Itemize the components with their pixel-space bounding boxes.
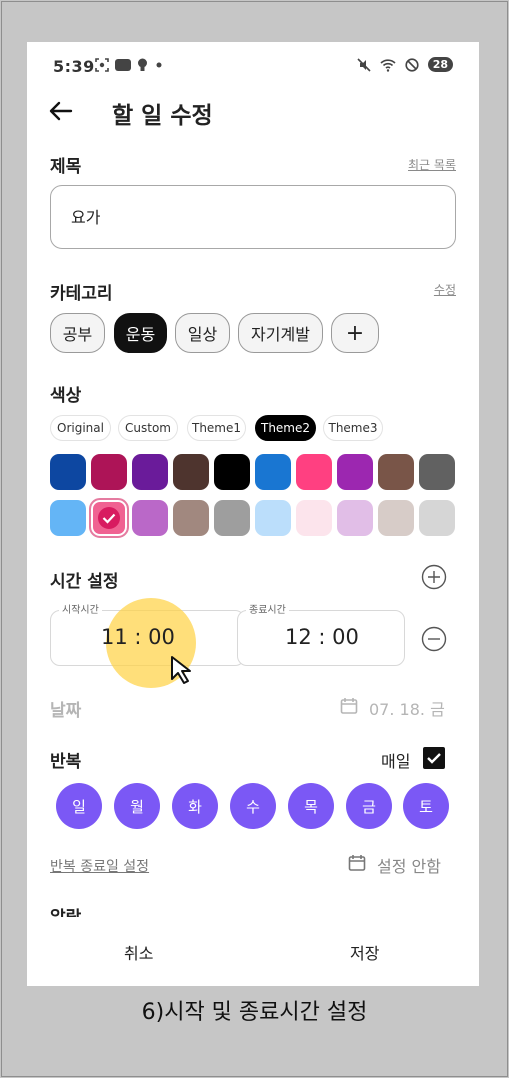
color-swatch[interactable] [419, 500, 455, 536]
remove-time-icon[interactable] [421, 626, 447, 652]
start-time-caption: 시작시간 [59, 601, 102, 616]
day-sat[interactable]: 토 [403, 783, 449, 829]
color-swatch[interactable] [419, 454, 455, 490]
category-label: 카테고리 [50, 284, 113, 304]
color-swatch[interactable] [173, 454, 209, 490]
color-label: 색상 [50, 386, 82, 406]
color-swatch[interactable] [378, 500, 414, 536]
alarm-label: 알람 [50, 903, 81, 917]
alarm-clip: 알람 [27, 903, 479, 917]
repeat-label: 반복 [50, 752, 82, 772]
date-value[interactable]: 07. 18. 금 [369, 696, 445, 720]
color-swatch[interactable] [296, 500, 332, 536]
color-swatch[interactable] [132, 454, 168, 490]
cursor-pointer-icon [171, 656, 191, 684]
app-badge-icon [115, 59, 131, 71]
theme-theme1[interactable]: Theme1 [187, 415, 246, 441]
repeat-end-date-link[interactable]: 반복 종료일 설정 [50, 856, 149, 876]
dnd-icon [405, 57, 419, 72]
daily-label: 매일 [381, 752, 411, 771]
save-button[interactable]: 저장 [350, 940, 379, 964]
color-swatch[interactable] [132, 500, 168, 536]
color-swatch[interactable] [378, 454, 414, 490]
end-time-caption: 종료시간 [246, 601, 289, 616]
recent-list-link[interactable]: 최근 목록 [408, 156, 456, 173]
date-label: 날짜 [50, 701, 82, 721]
category-chip-self-dev[interactable]: 자기계발 [238, 313, 323, 353]
status-right-icons: 28 [357, 57, 453, 72]
day-sun[interactable]: 일 [56, 783, 102, 829]
color-swatch[interactable] [173, 500, 209, 536]
bulb-icon [138, 58, 147, 71]
day-fri[interactable]: 금 [346, 783, 392, 829]
theme-theme3[interactable]: Theme3 [323, 415, 383, 441]
start-time-value: 11 : 00 [101, 625, 175, 649]
color-swatch[interactable] [214, 454, 250, 490]
color-swatch[interactable] [50, 500, 86, 536]
swatch-check-icon [98, 507, 120, 529]
repeat-end-date-value[interactable]: 설정 안함 [377, 853, 441, 877]
color-swatch[interactable] [50, 454, 86, 490]
theme-theme2[interactable]: Theme2 [255, 415, 316, 441]
time-label: 시간 설정 [50, 572, 119, 592]
wifi-icon [380, 58, 396, 72]
daily-checkbox[interactable] [423, 747, 445, 769]
color-swatch[interactable] [91, 454, 127, 490]
back-arrow-icon[interactable] [47, 97, 75, 125]
day-thu[interactable]: 목 [288, 783, 334, 829]
calendar-icon [340, 698, 358, 714]
color-swatch[interactable] [255, 500, 291, 536]
color-swatch[interactable] [214, 500, 250, 536]
status-time: 5:39 [53, 57, 95, 76]
color-swatch[interactable] [89, 498, 129, 538]
category-chip-daily[interactable]: 일상 [175, 313, 230, 353]
theme-custom[interactable]: Custom [118, 415, 178, 441]
add-time-icon[interactable] [421, 564, 447, 590]
screenshot-icon [95, 58, 109, 72]
bottom-bar [27, 917, 479, 986]
page-title: 할 일 수정 [112, 103, 213, 129]
title-input[interactable]: 요가 [50, 185, 456, 249]
status-left-icons [95, 58, 164, 72]
color-swatch[interactable] [255, 454, 291, 490]
day-tue[interactable]: 화 [172, 783, 218, 829]
color-swatch[interactable] [337, 454, 373, 490]
category-chip-study[interactable]: 공부 [50, 313, 105, 353]
day-wed[interactable]: 수 [230, 783, 276, 829]
cancel-button[interactable]: 취소 [124, 940, 153, 964]
category-chip-exercise[interactable]: 운동 [114, 313, 167, 353]
phone-screen: 5:39 28 할 일 수정 제목 최근 목록 요가 카테고리 수정 공부 운동… [27, 42, 479, 986]
end-time-value: 12 : 00 [285, 625, 359, 649]
color-swatch-grid [50, 454, 460, 538]
category-add-button[interactable]: + [331, 313, 379, 353]
dot-icon [156, 62, 162, 68]
color-swatch[interactable] [337, 500, 373, 536]
category-edit-link[interactable]: 수정 [434, 281, 456, 298]
theme-original[interactable]: Original [50, 415, 111, 441]
step-caption: 6)시작 및 종료시간 설정 [141, 1000, 368, 1025]
title-label: 제목 [50, 157, 82, 177]
color-swatch[interactable] [296, 454, 332, 490]
repeat-calendar-icon [348, 855, 366, 871]
day-mon[interactable]: 월 [114, 783, 160, 829]
battery-badge: 28 [427, 57, 453, 72]
mute-icon [357, 57, 371, 72]
